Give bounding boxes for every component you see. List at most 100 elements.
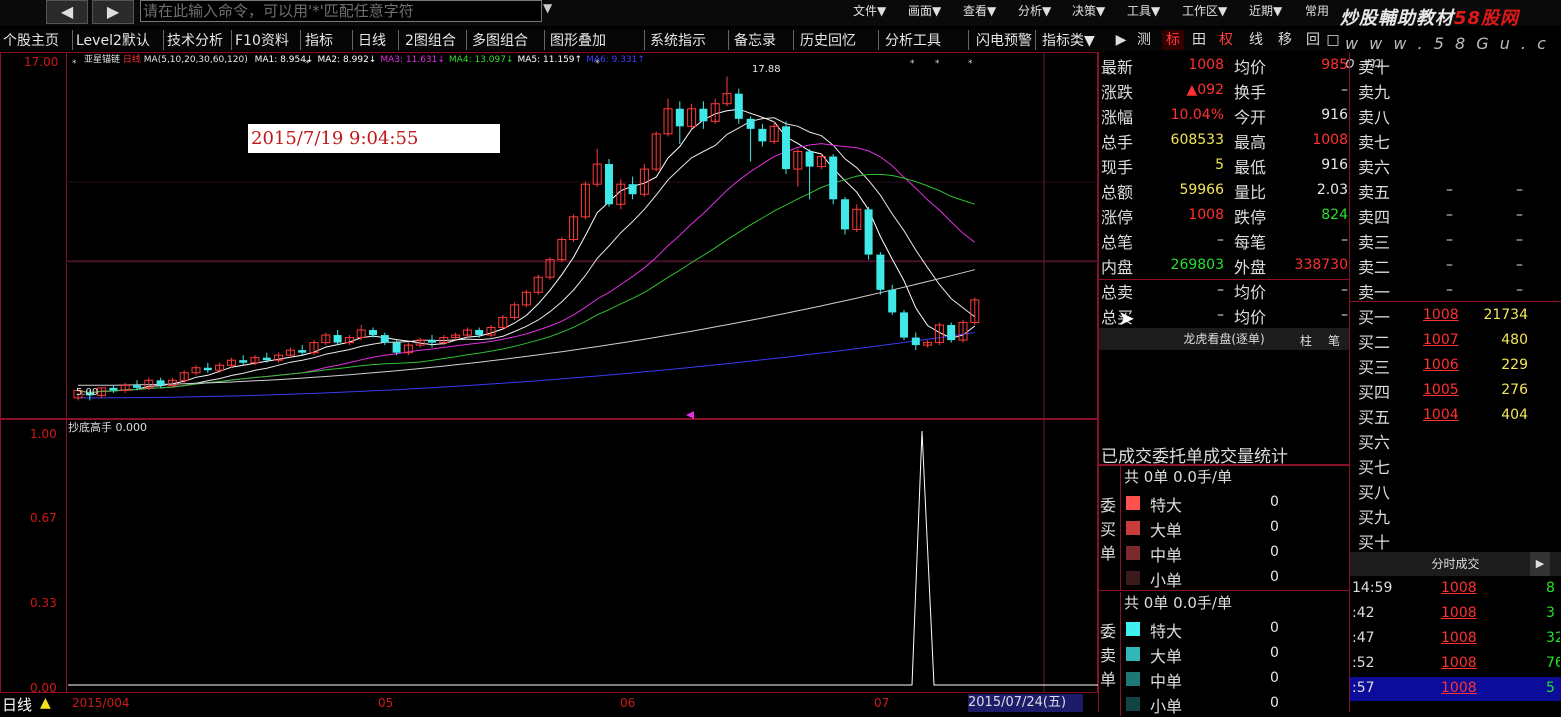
forward-button[interactable]: ▶	[92, 0, 134, 24]
menu-item[interactable]: 查看▼	[963, 2, 996, 19]
back-button[interactable]: ◀	[46, 0, 88, 24]
high-price-label: 17.88	[752, 64, 781, 75]
forward-arrow-icon: ▶	[106, 2, 120, 21]
toolbar-separator	[728, 30, 729, 50]
dt-count-button[interactable]: 笔	[1328, 332, 1340, 349]
candle-body	[947, 324, 956, 341]
toolbar-button[interactable]: □	[1322, 30, 1344, 50]
menu-item[interactable]: 文件▼	[853, 2, 886, 19]
ask-level-label: 卖七	[1358, 133, 1391, 152]
tick-volume: 5	[1546, 680, 1555, 696]
menu-item[interactable]: 常用	[1305, 2, 1329, 19]
ask-price: –	[1446, 182, 1453, 198]
color-swatch	[1126, 647, 1140, 661]
indicator-ytick-3: 0.33	[30, 596, 57, 610]
ask-level-label: 卖四	[1358, 208, 1391, 227]
warning-icon[interactable]: ▲	[40, 695, 51, 711]
toolbar-tab[interactable]: 技术分析	[167, 30, 223, 50]
quote-value: –	[1341, 282, 1348, 298]
menu-item[interactable]: 工具▼	[1127, 2, 1160, 19]
order-size-label: 大单	[1150, 647, 1183, 666]
quote-label: 涨停	[1101, 208, 1134, 227]
ask-level-label: 卖五	[1358, 183, 1391, 202]
bid-level-label: 买四	[1358, 383, 1391, 402]
quote-panel	[1098, 52, 1350, 712]
toolbar-tab[interactable]: Level2默认	[76, 30, 150, 50]
candle-body	[156, 380, 165, 386]
menu-item[interactable]: 画面▼	[908, 2, 941, 19]
bid-level-label: 买六	[1358, 433, 1391, 452]
toolbar-separator	[398, 30, 399, 50]
toolbar-tab[interactable]: 闪电预警	[976, 30, 1032, 50]
menu-item[interactable]: 工作区▼	[1182, 2, 1227, 19]
command-input[interactable]: 请在此输入命令，可以用'*'匹配任意字符	[140, 0, 542, 22]
toolbar-button[interactable]: 移	[1274, 30, 1296, 50]
quote-label: 现手	[1101, 158, 1134, 177]
menu-item[interactable]: 决策▼	[1072, 2, 1105, 19]
toolbar-separator	[352, 30, 353, 50]
candle-body	[628, 184, 637, 195]
toolbar-button[interactable]: 测	[1133, 30, 1155, 50]
quote-value: 59966	[1179, 182, 1224, 198]
toolbar-tab[interactable]: 历史回忆	[800, 30, 856, 50]
signal-marker: *	[935, 59, 940, 69]
tick-price[interactable]: 1008	[1441, 605, 1477, 621]
ticks-play-icon[interactable]: ▶	[1530, 552, 1550, 576]
quote-value: 608533	[1170, 132, 1224, 148]
toolbar-tab[interactable]: 指标类▼	[1042, 30, 1095, 50]
ma-line	[78, 269, 975, 386]
toolbar-tab[interactable]: 分析工具	[885, 30, 941, 50]
toolbar-button[interactable]: 标	[1162, 30, 1184, 50]
order-size-value: 0	[1270, 519, 1279, 535]
toolbar-tab[interactable]: 系统指示	[650, 30, 706, 50]
indicator-ytick-2: 0.67	[30, 511, 57, 525]
toolbar-button[interactable]: 回	[1302, 30, 1324, 50]
candle-body	[109, 387, 118, 391]
toolbar-tab[interactable]: 指标	[305, 30, 333, 50]
toolbar-separator	[72, 30, 73, 50]
bid-volume: 21734	[1483, 307, 1528, 323]
group-divider	[1120, 592, 1121, 716]
order-size-label: 小单	[1150, 571, 1183, 590]
bid-level-label: 买八	[1358, 483, 1391, 502]
bid-price[interactable]: 1008	[1423, 307, 1459, 323]
toolbar-tab[interactable]: 日线	[358, 30, 386, 50]
tick-price[interactable]: 1008	[1441, 580, 1477, 596]
toolbar-tab[interactable]: 图形叠加	[550, 30, 606, 50]
toolbar-tab[interactable]: 2图组合	[405, 30, 456, 50]
tick-price[interactable]: 1008	[1441, 680, 1477, 696]
dt-bar-button[interactable]: 柱	[1300, 332, 1312, 349]
bid-price[interactable]: 1006	[1423, 357, 1459, 373]
brand-logo: 炒股輔助教材58股网	[1340, 4, 1519, 30]
candle-body	[392, 342, 401, 353]
candle-body	[699, 108, 708, 122]
toolbar-button[interactable]: ▶	[1110, 30, 1132, 50]
indicator-chart[interactable]	[0, 419, 1098, 693]
candle-body	[262, 357, 271, 361]
toolbar-button[interactable]: 田	[1188, 30, 1210, 50]
order-size-value: 0	[1270, 670, 1279, 686]
toolbar-tab[interactable]: 多图组合	[472, 30, 528, 50]
ask-price: –	[1446, 257, 1453, 273]
price-chart[interactable]: * * * * * *	[0, 52, 1098, 419]
toolbar-tab[interactable]: 备忘录	[734, 30, 776, 50]
candle-body	[888, 289, 897, 313]
bid-price[interactable]: 1005	[1423, 382, 1459, 398]
candle-body	[239, 360, 248, 363]
toolbar-button[interactable]: 线	[1245, 30, 1267, 50]
tick-volume: 8	[1546, 580, 1555, 596]
chevron-down-icon[interactable]: ▼	[543, 1, 552, 15]
tick-price[interactable]: 1008	[1441, 655, 1477, 671]
toolbar-button[interactable]: 权	[1215, 30, 1237, 50]
bid-price[interactable]: 1004	[1423, 407, 1459, 423]
bid-price[interactable]: 1007	[1423, 332, 1459, 348]
toolbar-tab[interactable]: 个股主页	[3, 30, 59, 50]
candle-body	[133, 385, 141, 388]
menu-item[interactable]: 近期▼	[1249, 2, 1282, 19]
menu-item[interactable]: 分析▼	[1018, 2, 1051, 19]
bid-level-label: 买七	[1358, 458, 1391, 477]
toolbar-tab[interactable]: F10资料	[235, 30, 289, 50]
tick-price[interactable]: 1008	[1441, 630, 1477, 646]
ask-level-label: 卖九	[1358, 83, 1391, 102]
toolbar-separator	[231, 30, 232, 50]
